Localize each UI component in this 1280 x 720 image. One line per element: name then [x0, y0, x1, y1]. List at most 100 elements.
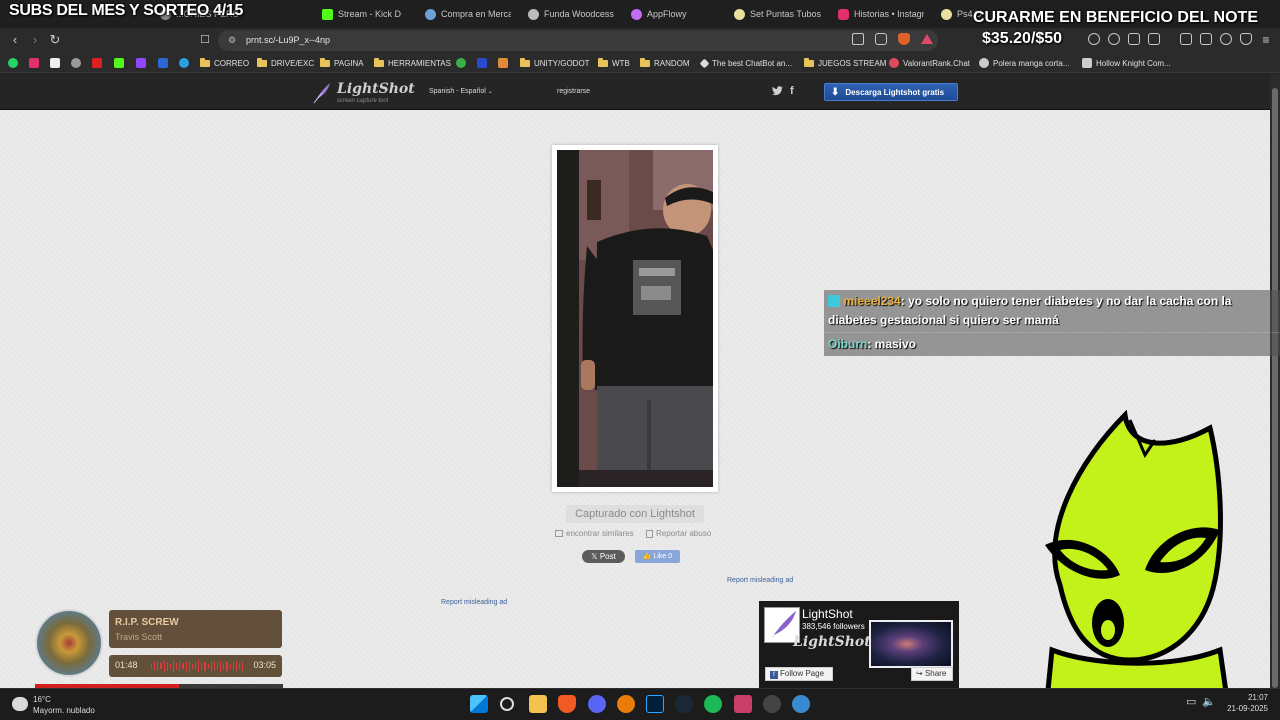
back-icon[interactable]: ‹	[7, 32, 23, 48]
leo-icon[interactable]	[1220, 33, 1232, 45]
volume-icon[interactable]: 🔈	[1202, 695, 1216, 708]
weather-widget[interactable]: 16°C Mayorm. nublado	[12, 694, 122, 718]
bookmark-link[interactable]: The best ChatBot an...	[699, 53, 792, 73]
youtube-icon[interactable]	[92, 58, 102, 68]
behance-icon[interactable]	[477, 58, 487, 68]
wallet-icon[interactable]	[1200, 33, 1212, 45]
waveform-bar	[220, 660, 222, 672]
start-icon[interactable]	[470, 695, 488, 713]
extension-icon[interactable]	[1148, 33, 1160, 45]
browser-tab[interactable]: Stream - Kick D	[322, 0, 410, 28]
spotify-icon[interactable]	[704, 695, 722, 713]
page-scrollbar[interactable]	[1270, 74, 1280, 688]
instagram-icon[interactable]	[29, 58, 39, 68]
sidebar-icon[interactable]	[1180, 33, 1192, 45]
bookmark-label: Polera manga corta...	[993, 58, 1070, 68]
follow-page-button[interactable]: f Follow Page	[765, 667, 833, 681]
paypal-icon[interactable]	[158, 58, 168, 68]
browser-tab[interactable]: Set Puntas Tubos 3(	[734, 0, 822, 28]
blender-icon[interactable]	[617, 695, 635, 713]
kick-icon[interactable]	[114, 58, 124, 68]
waveform-bar	[198, 660, 200, 672]
steam-icon[interactable]	[675, 695, 693, 713]
find-similar-link[interactable]: encontrar similares	[555, 529, 634, 538]
twitter-icon[interactable]	[772, 86, 783, 99]
valorant-icon[interactable]	[734, 695, 752, 713]
image-icon	[555, 530, 563, 537]
browser-tab[interactable]: Compra en Mercad	[425, 0, 511, 28]
browser-tab[interactable]: AppFlowy	[631, 0, 717, 28]
extensions-puzzle-icon[interactable]	[1128, 33, 1140, 45]
bookmark-label: CORREO	[214, 58, 250, 68]
browser-tab[interactable]: Funda Woodcesso	[528, 0, 614, 28]
bookmark-folder[interactable]: CORREO	[200, 53, 249, 73]
language-select[interactable]: Spanish - Español ⌄	[429, 88, 493, 95]
report-ad-link[interactable]: Report misleading ad	[441, 599, 507, 606]
site-info-icon[interactable]: ⚙	[224, 32, 240, 48]
bookmark-folder[interactable]: DRIVE/EXC	[257, 53, 314, 73]
tab-label: Stream - Kick D	[338, 9, 402, 19]
bookmark-folder[interactable]: HERRAMIENTAS	[374, 53, 451, 73]
extension-icon[interactable]	[1088, 33, 1100, 45]
facebook-like-button[interactable]: 👍 Like 0	[635, 550, 680, 563]
reload-icon[interactable]: ↻	[47, 32, 63, 48]
browser-app-icon[interactable]	[792, 695, 810, 713]
bookmark-link[interactable]: Polera manga corta...	[979, 53, 1069, 73]
forward-icon[interactable]: ›	[27, 32, 43, 48]
photoshop-icon[interactable]	[646, 695, 664, 713]
brave-icon[interactable]	[558, 695, 576, 713]
register-link[interactable]: registrarse	[557, 88, 590, 95]
share-icon[interactable]	[875, 33, 887, 45]
waveform-bar	[163, 660, 165, 672]
x-icon[interactable]	[50, 58, 60, 68]
stream-overlay-money: $35.20/$50	[982, 30, 1063, 47]
file-explorer-icon[interactable]	[529, 695, 547, 713]
screenshot-image-frame	[552, 145, 718, 492]
report-abuse-link[interactable]: Reportar abuso	[646, 529, 711, 538]
whatsapp-icon[interactable]	[8, 58, 18, 68]
facebook-icon[interactable]: f	[790, 85, 794, 97]
discord-icon[interactable]	[588, 695, 606, 713]
bookmark-link[interactable]: ValorantRank.Chat	[889, 53, 970, 73]
brave-rewards-icon[interactable]	[921, 34, 933, 44]
obs-icon[interactable]	[763, 695, 781, 713]
brave-shield-icon[interactable]	[898, 33, 910, 45]
bookmark-site-icon[interactable]	[498, 58, 508, 68]
waveform-bar	[160, 663, 162, 669]
chat-username: Oiburn	[828, 337, 868, 351]
logo-tagline: screen capture tool	[337, 98, 389, 104]
extension-icon[interactable]	[1108, 33, 1120, 45]
menu-icon[interactable]: ≡	[1258, 32, 1274, 48]
download-button[interactable]: ⬇ Descarga Lightshot gratis	[824, 83, 958, 101]
bookmark-folder[interactable]: WTB	[598, 53, 630, 73]
twitch-icon[interactable]	[136, 58, 146, 68]
bookmark-folder[interactable]: RANDOM	[640, 53, 690, 73]
waveform-bar	[151, 664, 153, 668]
folder-icon	[320, 57, 330, 67]
bookmark-folder[interactable]: UNITY/GODOT	[520, 53, 590, 73]
bookmark-folder[interactable]: PAGINA	[320, 53, 364, 73]
network-icon[interactable]: ▭	[1186, 695, 1196, 708]
bookmark-link[interactable]: Hollow Knight Com...	[1082, 53, 1171, 73]
apple-icon[interactable]	[71, 58, 81, 68]
search-icon[interactable]	[500, 697, 514, 711]
bookmark-folder[interactable]: JUEGOS STREAM	[804, 53, 886, 73]
bookmark-icon[interactable]: ☐	[197, 32, 213, 48]
browser-tab[interactable]: Historias • Instagra	[838, 0, 924, 28]
report-ad-link[interactable]: Report misleading ad	[727, 577, 793, 584]
url-text[interactable]: prnt.sc/-Lu9P_x--4np	[246, 35, 330, 45]
chevron-down-icon: ⌄	[487, 89, 493, 95]
system-clock[interactable]: 21:07 21-09-2025	[1227, 692, 1268, 714]
cast-icon[interactable]	[852, 33, 864, 45]
screenshot-image[interactable]	[557, 150, 713, 487]
lightshot-logo[interactable]: LightShot screen capture tool	[312, 80, 415, 106]
scrollbar-thumb[interactable]	[1272, 88, 1278, 688]
bookmark-site-icon[interactable]	[456, 58, 466, 68]
share-button[interactable]: ↪ Share	[911, 667, 953, 681]
telegram-icon[interactable]	[179, 58, 189, 68]
fb-page-name[interactable]: LightShot	[802, 607, 853, 621]
waveform-bar	[176, 662, 178, 670]
x-post-button[interactable]: 𝕏 Post	[582, 550, 625, 563]
vpn-icon[interactable]	[1240, 33, 1252, 45]
waveform-bar	[223, 662, 225, 670]
